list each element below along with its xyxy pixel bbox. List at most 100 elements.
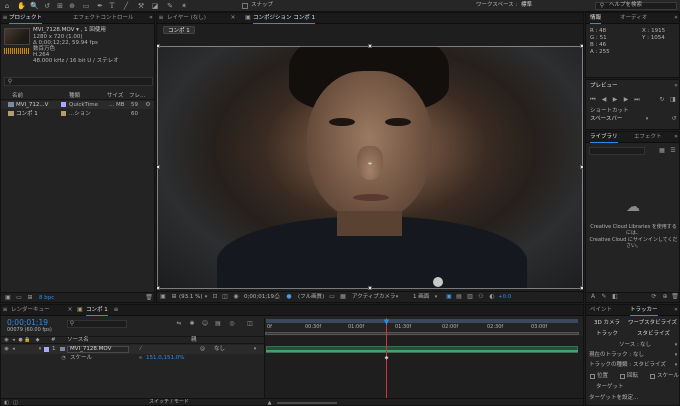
camera-snapshot-icon[interactable]: ⎙: [273, 293, 281, 301]
tab-info[interactable]: 情報: [590, 13, 602, 24]
safe-area-icon[interactable]: ⊡: [211, 293, 219, 301]
show-channel-icon[interactable]: ●: [285, 293, 293, 301]
track-type-value[interactable]: スタビライズ: [633, 362, 666, 369]
transform-handle[interactable]: [157, 44, 160, 48]
fast-preview-icon[interactable]: ▤: [455, 293, 463, 301]
tab-composition[interactable]: コンポジション コンポ 1: [253, 13, 315, 24]
transform-handle[interactable]: [368, 44, 372, 48]
playhead[interactable]: [386, 318, 387, 405]
chevron-down-icon[interactable]: ▾: [394, 293, 400, 301]
always-preview-icon[interactable]: ▣: [159, 293, 167, 301]
resolution-dropdown[interactable]: (フル画質): [298, 294, 324, 301]
set-target-button[interactable]: ターゲットを設定...: [589, 395, 638, 402]
tab-audio[interactable]: オーディオ: [620, 13, 647, 24]
panel-overflow-icon[interactable]: »: [672, 133, 679, 141]
col-source-name[interactable]: ソース名: [67, 337, 89, 344]
zoom-slider[interactable]: [277, 402, 337, 404]
list-view-icon[interactable]: ☰: [669, 147, 677, 155]
flowchart-icon[interactable]: ⚇: [477, 293, 485, 301]
anchor-point-icon[interactable]: ⌖: [365, 160, 375, 168]
transform-handle[interactable]: [580, 44, 583, 48]
clone-stamp-icon[interactable]: ⚒: [137, 2, 145, 10]
twirl-icon[interactable]: ▾: [37, 345, 43, 353]
delete-icon[interactable]: 🗑: [145, 294, 153, 302]
flow-icon[interactable]: ⚙: [144, 101, 152, 109]
transparency-grid-icon[interactable]: ▦: [339, 293, 347, 301]
close-icon[interactable]: ×: [229, 14, 237, 22]
keyframe-icon[interactable]: ◆: [383, 354, 390, 362]
hand-tool-icon[interactable]: ✋: [17, 2, 26, 10]
graph-editor-icon[interactable]: ◫: [246, 320, 254, 328]
camera-dropdown[interactable]: アクティブカメラ: [352, 294, 395, 301]
lock-icon[interactable]: ▣: [244, 14, 252, 22]
panel-menu-icon[interactable]: ≡: [158, 14, 164, 22]
color-icon[interactable]: ◧: [611, 293, 619, 301]
col-fps[interactable]: フレ...: [129, 93, 145, 100]
roto-brush-icon[interactable]: ✎: [166, 2, 174, 10]
audio-icon[interactable]: ◂: [10, 336, 17, 344]
constrain-proportions-icon[interactable]: ∞: [137, 354, 144, 362]
rotate-tool-icon[interactable]: ↺: [43, 2, 51, 10]
new-comp-icon[interactable]: ⊞: [26, 294, 34, 302]
col-name[interactable]: 名前: [12, 93, 23, 100]
puppet-tool-icon[interactable]: ✶: [180, 2, 188, 10]
zoom-out-icon[interactable]: ▲: [266, 399, 273, 405]
camera-3d-button[interactable]: 3D カメラ: [594, 320, 620, 327]
views-dropdown[interactable]: 1 画面: [413, 294, 429, 301]
panel-overflow-icon[interactable]: »: [147, 14, 154, 22]
timeline-search-input[interactable]: [67, 320, 127, 328]
eye-icon[interactable]: ◉: [3, 336, 10, 344]
grid-view-icon[interactable]: ▦: [658, 147, 666, 155]
comp-mini-flowchart-icon[interactable]: ⇋: [175, 320, 183, 328]
panel-overflow-icon[interactable]: »: [672, 82, 679, 90]
timeline-icon[interactable]: ▥: [466, 293, 474, 301]
pan-behind-icon[interactable]: ⊕: [68, 2, 76, 10]
snapshot-icon[interactable]: ◉: [232, 293, 240, 301]
tab-layer[interactable]: レイヤー (なし): [167, 13, 206, 24]
grid-icon[interactable]: ⊞: [170, 293, 178, 301]
panel-overflow-icon[interactable]: »: [672, 306, 679, 314]
work-area-bar[interactable]: [266, 319, 578, 323]
motion-blur-icon[interactable]: ◎: [228, 320, 236, 328]
parent-value[interactable]: なし: [214, 346, 225, 353]
lock-icon[interactable]: 🔒: [24, 336, 31, 344]
switch-mode-toggle[interactable]: スイッチ / モード: [149, 399, 189, 405]
last-frame-icon[interactable]: ⏭: [633, 96, 641, 104]
label-color[interactable]: [61, 111, 66, 116]
brush-icon[interactable]: ✎: [600, 293, 608, 301]
tab-render-queue[interactable]: レンダーキュー: [11, 305, 50, 316]
chevron-down-icon[interactable]: ▾: [433, 293, 439, 301]
home-icon[interactable]: ⌂: [3, 2, 11, 10]
comp-breadcrumb-button[interactable]: コンポ 1: [163, 26, 195, 34]
interpret-footage-icon[interactable]: ▣: [4, 294, 12, 302]
transform-handle[interactable]: [157, 165, 160, 169]
switch-icon[interactable]: ⁄: [137, 345, 144, 353]
eraser-tool-icon[interactable]: ◪: [151, 2, 159, 10]
next-frame-icon[interactable]: ▶: [622, 96, 630, 104]
tab-project[interactable]: プロジェクト: [9, 13, 43, 24]
tab-paint[interactable]: ペイント: [590, 305, 612, 316]
close-icon[interactable]: ×: [66, 306, 74, 314]
bpc-label[interactable]: 8 bpc: [39, 295, 54, 302]
rotation-checkbox[interactable]: [620, 374, 625, 379]
first-frame-icon[interactable]: ⏮: [589, 96, 597, 104]
source-value[interactable]: なし: [640, 342, 651, 349]
transform-handle[interactable]: [368, 286, 372, 290]
shy-icon[interactable]: ☺: [201, 320, 209, 328]
panel-menu-icon[interactable]: ≡: [113, 306, 119, 314]
expand-icon[interactable]: ◧: [3, 399, 10, 405]
transform-handle[interactable]: [580, 286, 583, 290]
warp-stabilize-button[interactable]: ワープスタビライズ: [628, 320, 677, 327]
scale-value[interactable]: 151.0,151.0%: [146, 355, 184, 362]
transform-handle[interactable]: [580, 165, 583, 169]
prev-frame-icon[interactable]: ◀: [600, 96, 608, 104]
add-content-icon[interactable]: A: [589, 293, 597, 301]
tab-effect-controls[interactable]: エフェクトコントロール: [73, 13, 134, 24]
zoom-level[interactable]: (93.1 %): [179, 294, 203, 301]
panel-menu-icon[interactable]: ≡: [2, 306, 8, 314]
viewer-timecode[interactable]: 0;00;01;19: [244, 294, 274, 301]
chevron-down-icon[interactable]: ▾: [252, 345, 258, 353]
cc-sync-icon[interactable]: ⟳: [650, 293, 658, 301]
new-folder-icon[interactable]: ▭: [15, 294, 23, 302]
mute-icon[interactable]: ◨: [669, 96, 677, 104]
